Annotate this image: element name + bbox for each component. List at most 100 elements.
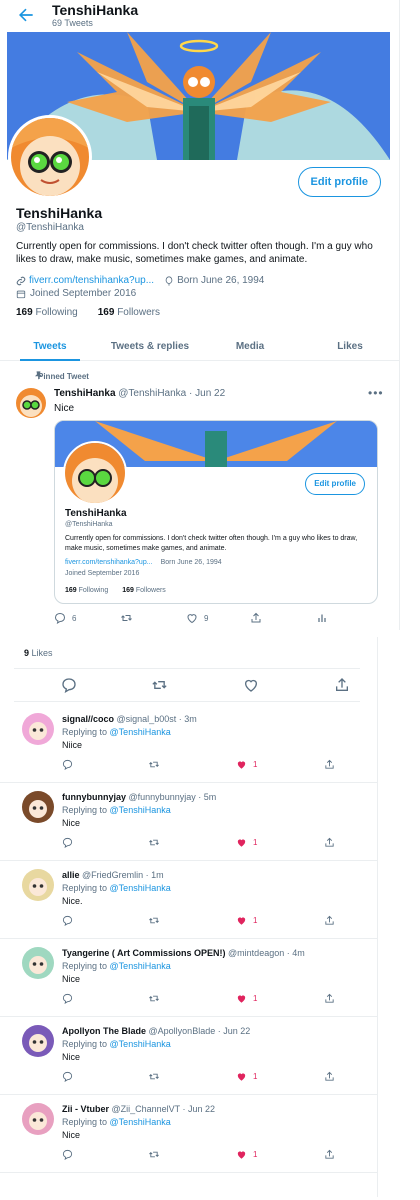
reply-author-name[interactable]: Zii - Vtuber	[62, 1104, 109, 1114]
reply-author-meta: @ApollyonBlade · Jun 22	[148, 1026, 251, 1036]
reply-text: Nice	[62, 1052, 81, 1062]
like-button[interactable]: 1	[236, 915, 257, 926]
reply-actions: 1	[62, 1149, 342, 1163]
tab-tweets[interactable]: Tweets	[0, 335, 100, 361]
reply-button[interactable]	[62, 915, 73, 926]
reply-tweet[interactable]: funnybunnyjay @funnybunnyjay · 5m Replyi…	[0, 783, 378, 861]
share-button[interactable]	[324, 1149, 335, 1160]
following-link[interactable]: 169 Following	[16, 307, 78, 318]
reply-icon	[62, 837, 73, 848]
reply-avatar[interactable]	[22, 947, 54, 979]
replying-to-link[interactable]: @TenshiHanka	[110, 727, 171, 737]
back-arrow-icon[interactable]	[16, 5, 36, 25]
profile-panel: TenshiHanka 6 9 Tweets Edit profile Tensh…	[0, 0, 400, 630]
retweet-button[interactable]	[148, 837, 160, 848]
heart-filled-icon	[237, 917, 246, 925]
card-born: Born June 26, 1994	[160, 559, 222, 566]
share-button[interactable]	[324, 993, 335, 1004]
like-button[interactable]: 1	[236, 837, 257, 848]
share-icon	[325, 1071, 334, 1081]
retweet-button[interactable]	[148, 759, 160, 770]
replying-to-link[interactable]: @TenshiHanka	[110, 1039, 171, 1049]
reply-author-name[interactable]: funnybunnyjay	[62, 792, 126, 802]
reply-tweet[interactable]: Zii - Vtuber @Zii_ChannelVT · Jun 22 Rep…	[0, 1095, 378, 1173]
retweet-button[interactable]	[148, 915, 160, 926]
share-icon	[325, 759, 334, 769]
like-button[interactable]: 1	[236, 1071, 257, 1082]
reply-button[interactable]: 6	[54, 612, 76, 624]
tab-media[interactable]: Media	[200, 335, 300, 360]
reply-author-name[interactable]: allie	[62, 870, 80, 880]
top-bar: TenshiHanka 69 Tweets	[0, 0, 400, 32]
retweet-button[interactable]	[148, 1149, 160, 1160]
reply-like-count: 1	[253, 1150, 258, 1159]
reply-author-name[interactable]: signal//coco	[62, 714, 114, 724]
share-button[interactable]	[324, 1071, 335, 1082]
reply-author-name[interactable]: Tyangerine ( Art Commissions OPEN!)	[62, 948, 226, 958]
reply-icon[interactable]	[61, 677, 77, 693]
followers-link[interactable]: 169 Followers	[98, 307, 160, 318]
like-button[interactable]: 1	[236, 759, 257, 770]
edit-profile-button[interactable]: Edit profile	[297, 167, 381, 197]
tab-tweets-replies[interactable]: Tweets & replies	[100, 335, 200, 360]
tab-likes[interactable]: Likes	[300, 335, 400, 360]
pinned-tweet-image-card[interactable]: Edit profile TenshiHanka @TenshiHanka Cu…	[54, 420, 378, 604]
reply-tweet[interactable]: signal//coco @signal_b00st · 3m Replying…	[0, 705, 378, 783]
profile-joined: Joined September 2016	[30, 288, 137, 299]
pinned-author-name[interactable]: TenshiHanka	[54, 388, 116, 399]
reply-icon	[62, 915, 73, 926]
retweet-button[interactable]	[148, 993, 160, 1004]
card-handle: @TenshiHanka	[65, 521, 113, 528]
reply-header: signal//coco @signal_b00st · 3m	[62, 714, 197, 724]
heart-filled-icon	[237, 839, 246, 847]
profile-bio: Currently open for commissions. I don't …	[16, 241, 373, 265]
share-button[interactable]	[250, 612, 262, 624]
card-edit-profile-button: Edit profile	[305, 473, 365, 495]
reply-button[interactable]	[62, 993, 73, 1004]
reply-button[interactable]	[62, 1071, 73, 1082]
reply-author-meta: @FriedGremlin · 1m	[82, 870, 164, 880]
profile-link[interactable]: fiverr.com/tenshihanka?up...	[29, 275, 154, 286]
heart-icon[interactable]	[243, 677, 259, 693]
reply-tweet[interactable]: Apollyon The Blade @ApollyonBlade · Jun …	[0, 1017, 378, 1095]
reply-avatar[interactable]	[22, 713, 54, 745]
retweet-button[interactable]	[148, 1071, 160, 1082]
share-icon[interactable]	[334, 677, 350, 693]
card-follow-stats: 169 Following 169 Followers	[65, 587, 166, 594]
profile-avatar[interactable]	[8, 115, 92, 199]
reply-avatar[interactable]	[22, 869, 54, 901]
retweet-button[interactable]	[120, 612, 133, 624]
share-button[interactable]	[324, 837, 335, 848]
pinned-tweet-avatar[interactable]	[16, 388, 46, 418]
reply-avatar[interactable]	[22, 1025, 54, 1057]
heart-filled-icon	[237, 761, 246, 769]
reply-button[interactable]	[62, 837, 73, 848]
replying-to-link[interactable]: @TenshiHanka	[110, 883, 171, 893]
reply-button[interactable]	[62, 759, 73, 770]
detail-actions	[14, 668, 360, 702]
like-button[interactable]: 9	[186, 612, 208, 624]
retweet-icon[interactable]	[151, 677, 168, 693]
replying-to-link[interactable]: @TenshiHanka	[110, 961, 171, 971]
retweet-icon	[149, 917, 159, 924]
share-button[interactable]	[324, 915, 335, 926]
reply-avatar[interactable]	[22, 791, 54, 823]
replying-to: Replying to @TenshiHanka	[62, 883, 171, 893]
reply-avatar[interactable]	[22, 1103, 54, 1135]
reply-author-name[interactable]: Apollyon The Blade	[62, 1026, 146, 1036]
retweet-icon	[149, 761, 159, 768]
reply-tweet[interactable]: allie @FriedGremlin · 1m Replying to @Te…	[0, 861, 378, 939]
likes-count[interactable]: 9 Likes	[24, 648, 53, 658]
like-button[interactable]: 1	[236, 1149, 257, 1160]
replying-to-link[interactable]: @TenshiHanka	[110, 805, 171, 815]
replying-to-link[interactable]: @TenshiHanka	[110, 1117, 171, 1127]
reply-icon	[62, 993, 73, 1004]
heart-filled-icon	[237, 1073, 246, 1081]
card-meta-row: fiverr.com/tenshihanka?up... Born June 2…	[65, 559, 222, 566]
share-button[interactable]	[324, 759, 335, 770]
reply-tweet[interactable]: Tyangerine ( Art Commissions OPEN!) @min…	[0, 939, 378, 1017]
like-button[interactable]: 1	[236, 993, 257, 1004]
more-options-icon[interactable]: •••	[368, 386, 384, 400]
analytics-button[interactable]	[316, 612, 328, 624]
reply-button[interactable]	[62, 1149, 73, 1160]
